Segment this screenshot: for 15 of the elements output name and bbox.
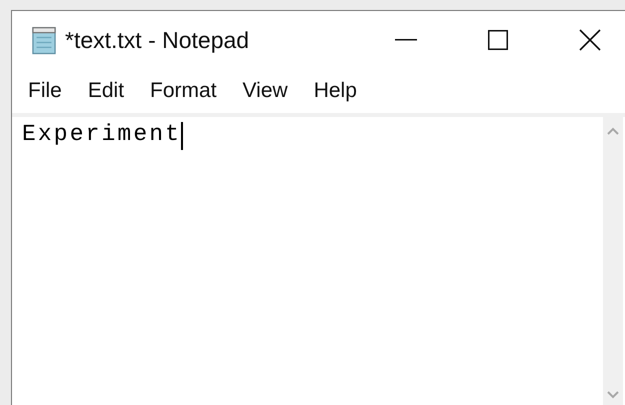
minimize-icon (395, 39, 417, 41)
menu-item[interactable]: Help (300, 75, 370, 107)
maximize-icon (488, 30, 508, 50)
text-cursor (181, 122, 184, 150)
menu-item[interactable]: Edit (74, 75, 138, 107)
close-icon (579, 29, 601, 51)
scroll-up-icon[interactable] (607, 127, 619, 135)
menu-item[interactable]: Format (137, 75, 230, 107)
text-editor[interactable]: Experiment (12, 117, 603, 405)
menu-item[interactable]: View (230, 75, 301, 107)
menu-item[interactable]: File (15, 75, 75, 107)
scrollbar[interactable] (603, 117, 623, 405)
editor-text: Experiment (22, 121, 182, 149)
window-title: *text.txt - Notepad (65, 26, 250, 54)
scroll-down-icon[interactable] (607, 391, 619, 399)
